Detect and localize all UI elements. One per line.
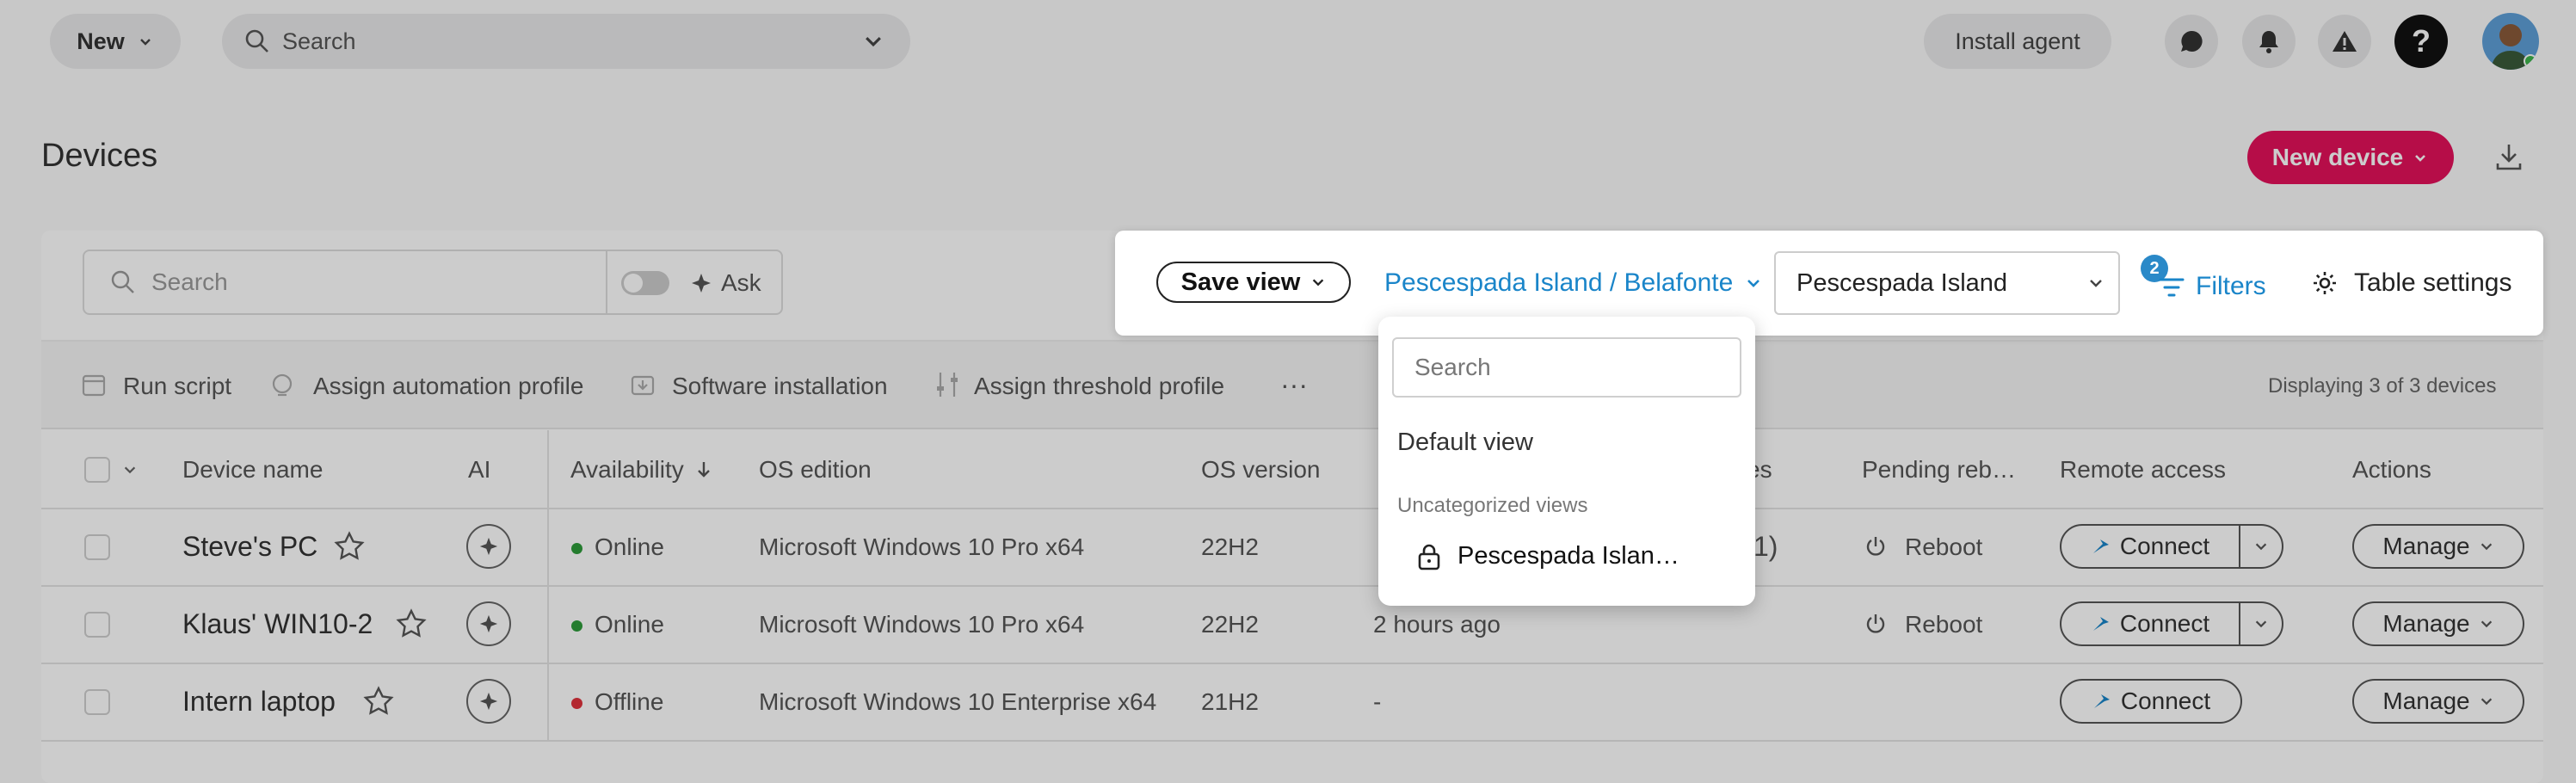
views-search-placeholder: Search (1414, 354, 1491, 380)
table-settings-label: Table settings (2354, 268, 2512, 297)
table-settings-button[interactable]: Table settings (2311, 262, 2511, 305)
chevron-down-icon (2090, 280, 2102, 287)
site-select[interactable]: Pescespada Island (1774, 251, 2120, 315)
gear-icon (2314, 272, 2336, 294)
default-view-item[interactable]: Default view (1397, 428, 1533, 457)
lock-icon (1418, 544, 1440, 570)
filters-button[interactable]: 2 Filters (2141, 255, 2296, 310)
views-search-input[interactable]: Search (1392, 337, 1741, 398)
save-view-button[interactable]: Save view (1156, 262, 1351, 303)
chevron-up-icon (1747, 280, 1760, 287)
save-view-label: Save view (1180, 268, 1301, 296)
modal-backdrop[interactable] (0, 0, 2576, 783)
filters-label: Filters (2196, 272, 2266, 300)
filter-icon (2159, 278, 2185, 297)
current-view-label: Pescespada Island / Belafonte (1384, 268, 1734, 297)
view-selector[interactable]: Pescespada Island / Belafonte (1384, 263, 1762, 303)
view-item-pescespada[interactable]: Pescespada Islan… (1416, 542, 1679, 570)
site-select-value: Pescespada Island (1796, 268, 2008, 297)
views-dropdown-menu: Search Default view Uncategorized views … (1378, 317, 1755, 606)
chevron-down-icon (1313, 279, 1324, 287)
views-group-label: Uncategorized views (1397, 494, 1588, 517)
view-controls-bar: Save view Pescespada Island / Belafonte … (1115, 231, 2543, 336)
view-item-label: Pescespada Islan… (1457, 542, 1679, 570)
